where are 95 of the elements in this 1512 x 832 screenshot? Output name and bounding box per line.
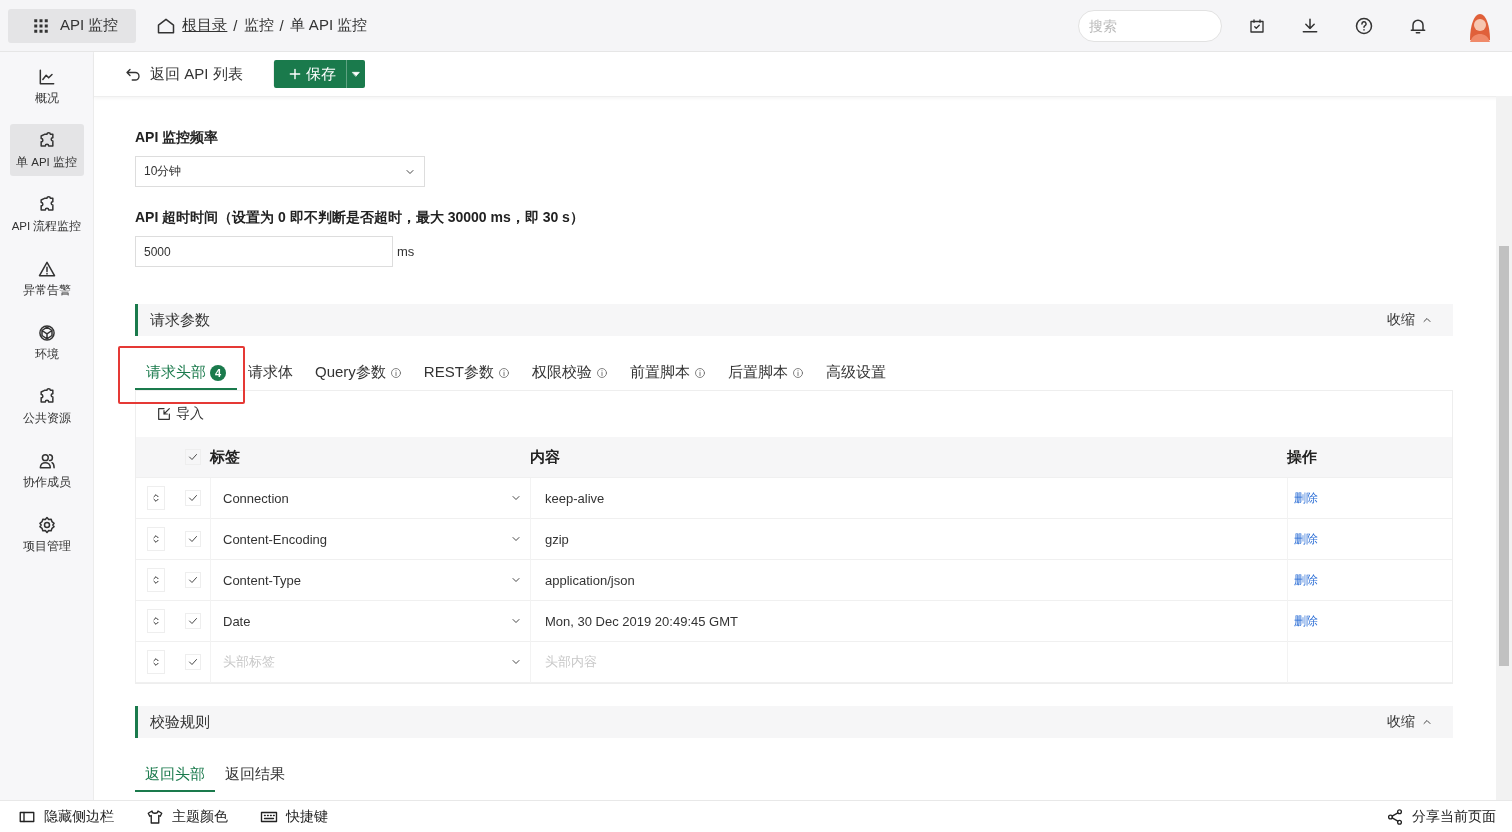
info-icon (693, 366, 706, 379)
sort-icon (151, 534, 161, 544)
sort-handle[interactable] (147, 486, 165, 510)
field-label: API 超时时间（设置为 0 即不判断是否超时，最大 30000 ms，即 30 s） (135, 209, 585, 227)
tab[interactable]: 请求体 (237, 363, 304, 390)
cube-icon (36, 322, 57, 343)
sort-icon (151, 616, 161, 626)
sidebar-item[interactable]: 项目管理 (9, 508, 84, 560)
caret-icon (350, 69, 361, 79)
header-value[interactable]: keep-alive (545, 490, 605, 506)
tab[interactable]: 权限校验 (520, 363, 619, 390)
checkbox[interactable] (185, 654, 201, 670)
field-label: API 监控频率 (135, 129, 220, 147)
sidebar-item[interactable]: 单 API 监控 (9, 124, 84, 176)
settings-icon (36, 514, 57, 535)
calendar-check-icon (1248, 16, 1266, 35)
checkbox[interactable] (185, 572, 201, 588)
checkbox[interactable] (185, 490, 201, 506)
sort-handle[interactable] (147, 568, 165, 592)
info-icon (497, 366, 510, 379)
delete-link[interactable]: 删除 (1294, 612, 1318, 630)
footer-button[interactable]: 快捷键 (260, 807, 328, 826)
footer-button[interactable]: 主题颜色 (146, 807, 228, 826)
search-field[interactable]: 搜索 (1078, 9, 1222, 42)
header-value[interactable]: gzip (545, 531, 569, 547)
tab[interactable]: 请求头部 4 (135, 363, 237, 390)
breadcrumb-link[interactable]: 根目录 (182, 16, 228, 35)
app-switcher-button[interactable]: API 监控 (8, 8, 137, 43)
column-header: 操作 (1287, 447, 1317, 467)
check-icon (187, 574, 199, 586)
footer-button[interactable]: 隐藏侧边栏 (18, 807, 114, 826)
column-header: 标签 (210, 447, 240, 467)
share-icon (1386, 807, 1404, 826)
header-name-select[interactable]: Date (210, 601, 530, 642)
tab[interactable]: Query参数 (304, 363, 413, 390)
sort-icon (151, 493, 161, 503)
frequency-select[interactable]: 10分钟 (135, 156, 425, 187)
header-name-select[interactable]: Content-Type (210, 560, 530, 601)
header-value[interactable]: application/json (545, 572, 635, 588)
section-title: 请求参数 (150, 310, 210, 330)
header-name-select[interactable]: Connection (210, 478, 530, 519)
header-name-select[interactable]: Content-Encoding (210, 519, 530, 560)
check-icon (187, 451, 199, 463)
delete-link[interactable]: 删除 (1294, 530, 1318, 548)
save-button[interactable]: 保存 (273, 60, 346, 88)
info-icon (595, 366, 608, 379)
tab[interactable]: 返回结果 (215, 765, 295, 792)
collapse-toggle[interactable]: 收缩 (1381, 712, 1439, 732)
sort-handle[interactable] (147, 609, 165, 633)
sidebar-item[interactable]: 协作成员 (9, 444, 84, 496)
back-button[interactable]: 返回 API 列表 (118, 62, 274, 86)
count-badge: 4 (210, 364, 226, 381)
check-icon (187, 533, 199, 545)
info-icon (791, 366, 804, 379)
tab[interactable]: 高级设置 (814, 363, 897, 390)
column-header: 内容 (530, 447, 560, 467)
checkbox[interactable] (185, 449, 201, 465)
check-icon (187, 492, 199, 504)
unit-label: ms (397, 244, 415, 259)
sort-icon (151, 575, 161, 585)
sort-handle[interactable] (147, 527, 165, 551)
scrollbar[interactable] (1496, 96, 1512, 800)
tab[interactable]: REST参数 (412, 363, 521, 390)
sort-handle[interactable] (147, 650, 165, 674)
section-title: 校验规则 (150, 712, 210, 732)
help-icon (1354, 15, 1374, 36)
checkbox[interactable] (185, 531, 201, 547)
tab[interactable]: 返回头部 (135, 765, 215, 792)
grid-icon (32, 16, 50, 35)
share-button[interactable]: 分享当前页面 (1386, 807, 1496, 826)
check-icon (187, 615, 199, 627)
delete-link[interactable]: 删除 (1294, 489, 1318, 507)
breadcrumb-separator: / (233, 17, 238, 34)
checkbox[interactable] (185, 613, 201, 629)
delete-link[interactable]: 删除 (1294, 571, 1318, 589)
info-icon (389, 366, 402, 379)
tab[interactable]: 前置脚本 (618, 363, 717, 390)
breadcrumb-item: 单 API 监控 (289, 16, 368, 35)
sidebar-item[interactable]: 异常告警 (9, 252, 84, 304)
shirt-icon (146, 807, 164, 826)
breadcrumb-separator: / (279, 17, 284, 34)
import-icon (156, 406, 172, 422)
sort-icon (151, 657, 161, 667)
header-value[interactable]: Mon, 30 Dec 2019 20:49:45 GMT (545, 613, 738, 629)
tab[interactable]: 后置脚本 (716, 363, 815, 390)
plus-icon (287, 67, 302, 81)
check-icon (187, 656, 199, 668)
import-button[interactable]: 导入 (136, 391, 210, 437)
sidebar-item[interactable]: 环境 (9, 316, 84, 368)
collapse-toggle[interactable]: 收缩 (1381, 310, 1439, 330)
sidebar-item[interactable]: 公共资源 (9, 380, 84, 432)
breadcrumb-item: 监控 (243, 16, 274, 35)
sidebar-item[interactable]: 概况 (9, 60, 84, 112)
sidebar-item[interactable]: API 流程监控 (9, 188, 84, 240)
timeout-field[interactable]: 5000 (135, 236, 393, 267)
